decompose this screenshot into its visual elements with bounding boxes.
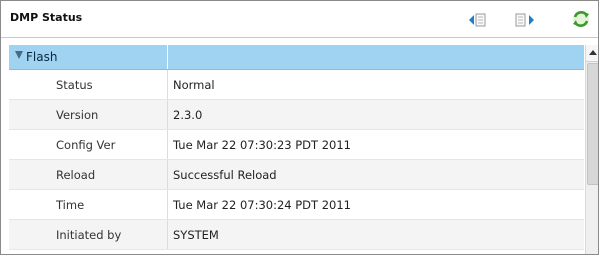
vertical-scrollbar[interactable] — [585, 45, 598, 254]
row-value: Successful Reload — [173, 168, 277, 182]
table-row: Initiated by SYSTEM — [9, 220, 584, 250]
table-row: Status Normal — [9, 70, 584, 100]
row-label: Reload — [56, 168, 96, 182]
column-divider — [167, 45, 168, 69]
refresh-icon[interactable] — [570, 8, 592, 30]
row-label: Initiated by — [56, 228, 122, 242]
table-row: Config Ver Tue Mar 22 07:30:23 PDT 2011 — [9, 130, 584, 160]
collapse-triangle-icon[interactable] — [15, 51, 23, 59]
next-page-icon[interactable] — [515, 12, 535, 28]
row-label: Config Ver — [56, 138, 116, 152]
group-row-flash[interactable]: Flash — [9, 45, 584, 70]
previous-page-icon[interactable] — [468, 12, 488, 28]
panel-header: DMP Status — [1, 1, 598, 38]
column-divider — [167, 160, 168, 189]
column-divider — [167, 70, 168, 99]
panel-title: DMP Status — [10, 11, 83, 24]
scrollbar-thumb[interactable] — [587, 63, 598, 185]
column-divider — [167, 190, 168, 219]
row-value: Tue Mar 22 07:30:24 PDT 2011 — [173, 198, 351, 212]
row-label: Time — [56, 198, 85, 212]
column-divider — [167, 130, 168, 159]
row-value: Normal — [173, 78, 215, 92]
row-value: 2.3.0 — [173, 108, 203, 122]
row-label: Status — [56, 78, 93, 92]
column-divider — [167, 220, 168, 249]
row-value: SYSTEM — [173, 228, 219, 242]
group-label: Flash — [26, 50, 58, 64]
dmp-status-panel: DMP Status Flash Status Normal Version 2… — [0, 0, 599, 255]
row-value: Tue Mar 22 07:30:23 PDT 2011 — [173, 138, 351, 152]
table-row: Reload Successful Reload — [9, 160, 584, 190]
scroll-up-arrow-icon[interactable] — [586, 45, 598, 62]
column-divider — [167, 100, 168, 129]
status-grid: Flash Status Normal Version 2.3.0 Config… — [9, 45, 584, 254]
row-label: Version — [56, 108, 99, 122]
table-row: Version 2.3.0 — [9, 100, 584, 130]
table-row: Time Tue Mar 22 07:30:24 PDT 2011 — [9, 190, 584, 220]
